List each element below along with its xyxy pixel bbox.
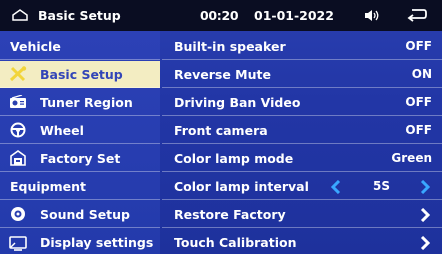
sidebar-item-factory-set[interactable]: Factory Set: [0, 145, 160, 172]
setting-value[interactable]: ON: [412, 67, 432, 81]
setting-label: Color lamp interval: [174, 179, 309, 194]
setting-color-lamp-interval: Color lamp interval 5S: [162, 173, 442, 200]
sidebar-item-basic-setup[interactable]: Basic Setup: [0, 61, 160, 88]
setting-label: Restore Factory: [174, 207, 286, 222]
clock-date: 01-01-2022: [254, 8, 334, 23]
section-label: Vehicle: [10, 38, 61, 54]
home-icon[interactable]: [12, 9, 28, 21]
setting-label: Color lamp mode: [174, 151, 294, 166]
setting-value: 5S: [373, 179, 390, 193]
chevron-left-icon[interactable]: [331, 180, 341, 194]
chevron-right-icon[interactable]: [420, 180, 430, 194]
setting-restore-factory[interactable]: Restore Factory: [162, 201, 442, 228]
sidebar-item-label: Tuner Region: [40, 94, 133, 110]
sidebar-item-wheel[interactable]: Wheel: [0, 117, 160, 144]
sidebar-item-sound-setup[interactable]: Sound Setup: [0, 201, 160, 228]
setting-value[interactable]: Green: [391, 151, 432, 165]
setting-value[interactable]: OFF: [405, 95, 432, 109]
back-icon[interactable]: [407, 8, 427, 23]
setting-touch-calibration[interactable]: Touch Calibration: [162, 229, 442, 254]
chevron-right-icon: [420, 236, 430, 250]
sidebar-item-label: Basic Setup: [40, 66, 123, 82]
section-label: Equipment: [10, 178, 86, 194]
clock-time: 00:20: [200, 8, 239, 23]
radio-icon: [8, 93, 28, 111]
setting-built-in-speaker[interactable]: Built-in speaker OFF: [162, 33, 442, 60]
sidebar-item-label: Wheel: [40, 122, 84, 138]
setting-value[interactable]: OFF: [405, 123, 432, 137]
sidebar-item-tuner-region[interactable]: Tuner Region: [0, 89, 160, 116]
setting-value[interactable]: OFF: [405, 39, 432, 53]
sidebar-section-vehicle: Vehicle: [0, 33, 160, 60]
setting-label: Reverse Mute: [174, 67, 271, 82]
speaker-icon: [8, 205, 28, 223]
sidebar-section-equipment: Equipment: [0, 173, 160, 200]
sidebar-item-display-settings[interactable]: Display settings: [0, 229, 160, 254]
setting-label: Front camera: [174, 123, 268, 138]
factory-icon: [8, 149, 28, 167]
sidebar-item-label: Display settings: [40, 235, 154, 250]
sidebar-item-label: Factory Set: [40, 150, 121, 166]
display-icon: [8, 234, 28, 252]
setting-color-lamp-mode[interactable]: Color lamp mode Green: [162, 145, 442, 172]
wrench-screwdriver-icon: [8, 65, 28, 83]
steering-wheel-icon: [8, 121, 28, 139]
page-title: Basic Setup: [38, 8, 121, 23]
sidebar: Vehicle Basic Setup Tuner Region Wheel F…: [0, 31, 160, 254]
setting-label: Built-in speaker: [174, 39, 286, 54]
volume-icon[interactable]: [364, 9, 380, 22]
setting-label: Driving Ban Video: [174, 95, 301, 110]
chevron-right-icon: [420, 208, 430, 222]
top-bar: Basic Setup 00:20 01-01-2022: [0, 0, 442, 31]
sidebar-item-label: Sound Setup: [40, 206, 130, 222]
setting-front-camera[interactable]: Front camera OFF: [162, 117, 442, 144]
settings-screen: Basic Setup 00:20 01-01-2022 Vehicle Bas…: [0, 0, 442, 254]
setting-label: Touch Calibration: [174, 235, 297, 250]
setting-reverse-mute[interactable]: Reverse Mute ON: [162, 61, 442, 88]
settings-list: Built-in speaker OFF Reverse Mute ON Dri…: [162, 31, 442, 254]
setting-driving-ban-video[interactable]: Driving Ban Video OFF: [162, 89, 442, 116]
